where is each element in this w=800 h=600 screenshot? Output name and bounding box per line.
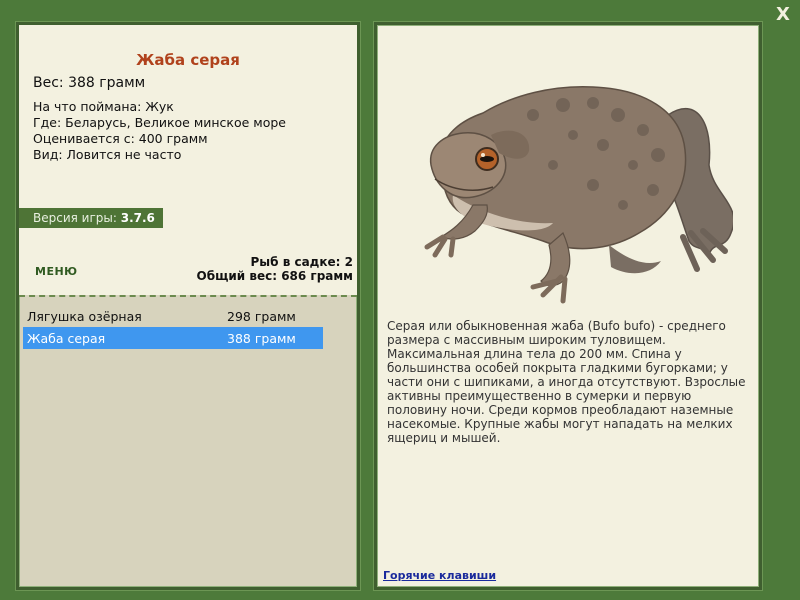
fish-weight: Вес: 388 грамм <box>33 75 146 91</box>
fish-title: Жаба серая <box>136 51 240 69</box>
menu-button[interactable]: МЕНЮ <box>35 265 78 278</box>
toad-image <box>413 55 735 305</box>
fish-info-area: Жаба серая Вес: 388 грамм На что поймана… <box>19 25 357 295</box>
cage-total-weight: Общий вес: 686 грамм <box>196 269 353 283</box>
fish-location: Где: Беларусь, Великое минское море <box>33 115 286 130</box>
fish-value: Оценивается с: 400 грамм <box>33 131 208 146</box>
hotkeys-link[interactable]: Горячие клавиши <box>383 569 496 582</box>
divider <box>19 295 357 297</box>
catch-weight: 388 грамм <box>227 331 296 346</box>
cage-stats: Рыб в садке: 2 Общий вес: 686 грамм <box>197 255 353 283</box>
close-button[interactable]: X <box>774 6 792 24</box>
species-description: Серая или обыкновенная жаба (Bufo bufo) … <box>387 319 746 445</box>
catch-list: Лягушка озёрная 298 грамм Жаба серая 388… <box>23 305 323 349</box>
version-number: 3.7.6 <box>120 211 155 225</box>
list-item[interactable]: Жаба серая 388 грамм <box>23 327 323 349</box>
fish-info-panel: Жаба серая Вес: 388 грамм На что поймана… <box>16 22 360 590</box>
list-item[interactable]: Лягушка озёрная 298 грамм <box>23 305 323 327</box>
catch-name: Лягушка озёрная <box>27 309 142 324</box>
fish-detail-panel: Серая или обыкновенная жаба (Bufo bufo) … <box>374 22 762 590</box>
toad-illustration <box>424 85 735 304</box>
fish-rarity: Вид: Ловится не часто <box>33 147 182 162</box>
version-label: Версия игры: <box>33 211 121 225</box>
catch-weight: 298 грамм <box>227 309 296 324</box>
fish-bait: На что поймана: Жук <box>33 99 174 114</box>
cage-count: Рыб в садке: 2 <box>250 255 354 269</box>
version-bar: Версия игры: 3.7.6 <box>19 208 163 228</box>
catch-name: Жаба серая <box>27 331 106 346</box>
